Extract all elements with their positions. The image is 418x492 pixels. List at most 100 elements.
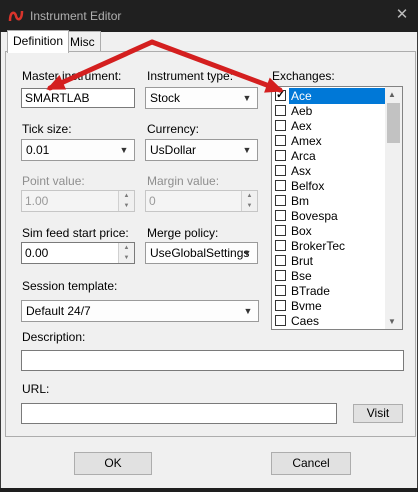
checkbox-icon[interactable] <box>275 180 286 191</box>
spin-down-icon: ▼ <box>241 201 257 211</box>
exchange-item-label: Aex <box>291 119 312 133</box>
url-input[interactable] <box>21 403 337 424</box>
exchange-item[interactable]: Caes <box>273 313 386 329</box>
url-label: URL: <box>22 382 50 396</box>
exchange-item[interactable]: Amex <box>273 133 386 149</box>
chevron-down-icon: ▼ <box>243 306 253 316</box>
point-value-label: Point value: <box>22 174 85 188</box>
checkbox-icon[interactable] <box>275 165 286 176</box>
tick-size-label: Tick size: <box>22 122 72 136</box>
exchange-item[interactable]: BrokerTec <box>273 238 386 254</box>
checkbox-icon[interactable] <box>275 210 286 221</box>
exchange-item-label: Belfox <box>291 179 325 193</box>
master-instrument-input[interactable]: SMARTLAB <box>21 88 135 108</box>
exchange-item-label: Box <box>291 224 312 238</box>
exchange-item[interactable]: BTrade <box>273 283 386 299</box>
instrument-type-combo[interactable]: Stock ▼ <box>145 87 258 109</box>
exchange-item[interactable]: Bse <box>273 268 386 284</box>
exchange-item-label: Bse <box>291 269 312 283</box>
tab-misc[interactable]: Misc <box>64 31 101 52</box>
scroll-down-icon[interactable]: ▼ <box>388 317 396 326</box>
exchange-item-label: Bovespa <box>291 209 338 223</box>
exchange-item[interactable]: Brut <box>273 253 386 269</box>
spin-down-icon: ▼ <box>118 201 134 211</box>
chevron-down-icon: ▼ <box>119 145 129 155</box>
app-logo-icon <box>8 10 24 22</box>
exchange-item[interactable]: Box <box>273 223 386 239</box>
exchange-item[interactable]: ✓ Ace <box>273 88 386 104</box>
sim-feed-start-price-label: Sim feed start price: <box>22 226 129 240</box>
description-input[interactable] <box>21 350 404 371</box>
checkbox-icon[interactable] <box>275 150 286 161</box>
instrument-editor-window: Instrument Editor ✕ Definition Misc Mast… <box>0 0 418 492</box>
exchange-item[interactable]: Bovespa <box>273 208 386 224</box>
spin-up-icon: ▲ <box>241 191 257 201</box>
margin-value-label: Margin value: <box>147 174 220 188</box>
tick-size-combo[interactable]: 0.01 ▼ <box>21 139 135 161</box>
checkbox-checked-icon[interactable]: ✓ <box>275 90 286 101</box>
session-template-label: Session template: <box>22 279 118 293</box>
exchange-item[interactable]: Aex <box>273 118 386 134</box>
checkbox-icon[interactable] <box>275 300 286 311</box>
checkbox-icon[interactable] <box>275 195 286 206</box>
master-instrument-label: Master instrument: <box>22 69 122 83</box>
description-label: Description: <box>22 330 86 344</box>
merge-policy-value: UseGlobalSettings <box>150 246 250 260</box>
session-template-value: Default 24/7 <box>26 304 91 318</box>
close-icon[interactable]: ✕ <box>393 6 411 24</box>
chevron-down-icon: ▼ <box>242 145 252 155</box>
exchange-item[interactable]: Bvme <box>273 298 386 314</box>
exchanges-listbox[interactable]: ✓ Ace Aeb Aex Amex Arca Asx Belfox Bm Bovespa Box B… <box>271 86 403 330</box>
title-bar[interactable]: Instrument Editor ✕ <box>0 0 418 32</box>
checkbox-icon[interactable] <box>275 270 286 281</box>
exchange-item-label: BrokerTec <box>291 239 346 253</box>
spin-down-icon[interactable]: ▼ <box>118 253 134 263</box>
exchange-item-label: Ace <box>289 88 385 104</box>
point-value-spinner: 1.00 ▲ ▼ <box>21 190 135 212</box>
scroll-up-icon[interactable]: ▲ <box>388 90 396 99</box>
exchange-item[interactable]: Aeb <box>273 103 386 119</box>
ok-button[interactable]: OK <box>74 452 152 475</box>
point-value-value: 1.00 <box>25 194 49 208</box>
checkbox-icon[interactable] <box>275 120 286 131</box>
instrument-type-label: Instrument type: <box>147 69 234 83</box>
exchange-item-label: Aeb <box>291 104 313 118</box>
merge-policy-combo[interactable]: UseGlobalSettings ▼ <box>145 242 258 264</box>
checkbox-icon[interactable] <box>275 285 286 296</box>
exchange-item-label: BTrade <box>291 284 330 298</box>
currency-label: Currency: <box>147 122 200 136</box>
cancel-button[interactable]: Cancel <box>271 452 351 475</box>
margin-value-spinner: 0 ▲ ▼ <box>145 190 258 212</box>
exchange-item[interactable]: Asx <box>273 163 386 179</box>
currency-combo[interactable]: UsDollar ▼ <box>145 139 258 161</box>
exchange-item-label: Arca <box>291 149 316 163</box>
exchange-item-label: Bvme <box>291 299 322 313</box>
checkbox-icon[interactable] <box>275 225 286 236</box>
background-strip <box>0 488 418 492</box>
exchange-item-label: Asx <box>291 164 312 178</box>
margin-value-value: 0 <box>149 194 156 208</box>
exchange-item-label: Caes <box>291 314 320 328</box>
exchange-item-label: Brut <box>291 254 314 268</box>
exchange-item-label: Bm <box>291 194 309 208</box>
exchanges-scroll-thumb[interactable] <box>387 103 400 143</box>
sim-feed-start-price-spinner[interactable]: 0.00 ▲ ▼ <box>21 242 135 264</box>
chevron-down-icon: ▼ <box>242 248 252 258</box>
checkbox-icon[interactable] <box>275 255 286 266</box>
exchange-item[interactable]: Bm <box>273 193 386 209</box>
exchange-item-label: Amex <box>291 134 322 148</box>
tab-definition[interactable]: Definition <box>7 30 70 53</box>
session-template-combo[interactable]: Default 24/7 ▼ <box>21 300 259 322</box>
checkbox-icon[interactable] <box>275 240 286 251</box>
exchange-item[interactable]: Arca <box>273 148 386 164</box>
spin-up-icon[interactable]: ▲ <box>118 243 134 253</box>
exchange-item[interactable]: Belfox <box>273 178 386 194</box>
visit-button[interactable]: Visit <box>353 404 403 423</box>
window-title: Instrument Editor <box>30 9 122 23</box>
checkbox-icon[interactable] <box>275 105 286 116</box>
currency-value: UsDollar <box>150 143 197 157</box>
spin-up-icon: ▲ <box>118 191 134 201</box>
checkbox-icon[interactable] <box>275 315 286 326</box>
sim-feed-start-price-value: 0.00 <box>25 246 49 260</box>
checkbox-icon[interactable] <box>275 135 286 146</box>
